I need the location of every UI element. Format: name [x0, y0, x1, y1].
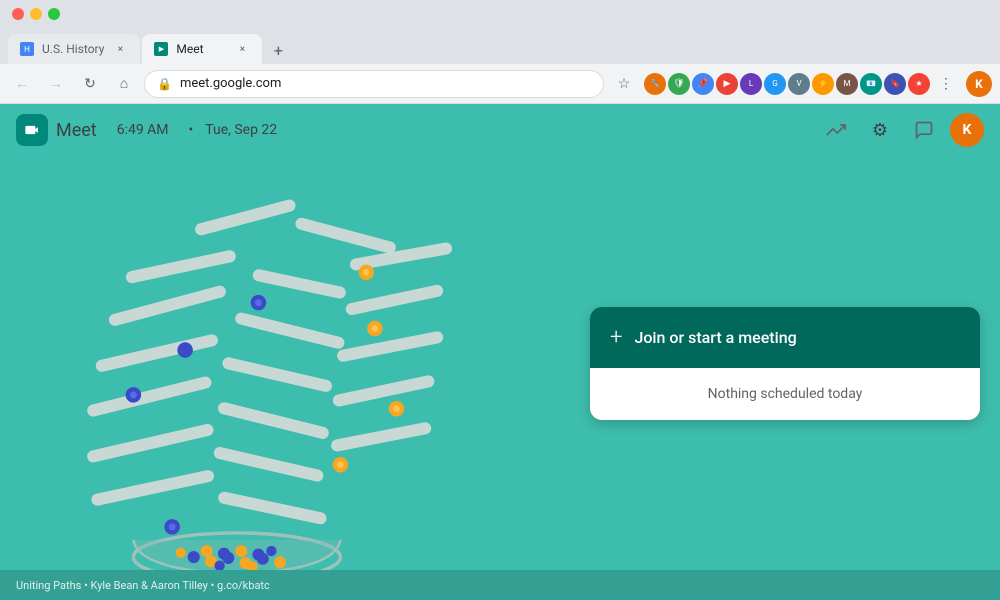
meet-app-icon	[16, 114, 48, 146]
extensions-menu-button[interactable]: ⋮	[932, 70, 960, 98]
ext-icon-5[interactable]: L	[740, 73, 762, 95]
background-credit: Uniting Paths • Kyle Bean & Aaron Tilley…	[16, 579, 270, 592]
maximize-button[interactable]	[48, 8, 60, 20]
meet-card: + Join or start a meeting Nothing schedu…	[590, 307, 980, 420]
topbar-actions: ⚙ K	[818, 112, 984, 148]
tab-bar: H U.S. History × ▶ Meet × +	[0, 28, 1000, 64]
tab-close-meet[interactable]: ×	[234, 41, 250, 57]
lock-icon: 🔒	[157, 77, 172, 91]
trending-button[interactable]	[818, 112, 854, 148]
nothing-scheduled-text: Nothing scheduled today	[590, 368, 980, 420]
address-bar: ← → ↻ ⌂ 🔒 meet.google.com ☆ 🔧 🛡 📌 ▶ L G …	[0, 64, 1000, 104]
url-text: meet.google.com	[180, 76, 281, 91]
ext-icon-11[interactable]: 🔖	[884, 73, 906, 95]
tab-meet[interactable]: ▶ Meet ×	[142, 34, 262, 64]
tab-favicon-history: H	[20, 42, 34, 56]
reload-button[interactable]: ↻	[76, 70, 104, 98]
close-button[interactable]	[12, 8, 24, 20]
ext-icon-12[interactable]: ★	[908, 73, 930, 95]
home-button[interactable]: ⌂	[110, 70, 138, 98]
ext-icon-6[interactable]: G	[764, 73, 786, 95]
bookmark-button[interactable]: ☆	[610, 70, 638, 98]
meet-separator: •	[189, 122, 194, 138]
page-content: Meet 6:49 AM • Tue, Sep 22 ⚙	[0, 104, 1000, 600]
meet-app-name: Meet	[56, 120, 97, 141]
tab-us-history[interactable]: H U.S. History ×	[8, 34, 140, 64]
meet-date: Tue, Sep 22	[205, 122, 277, 138]
ext-icon-4[interactable]: ▶	[716, 73, 738, 95]
tab-favicon-meet: ▶	[154, 42, 168, 56]
tab-title-history: U.S. History	[42, 42, 104, 56]
bottom-bar: Uniting Paths • Kyle Bean & Aaron Tilley…	[0, 570, 1000, 600]
join-or-start-button[interactable]: + Join or start a meeting	[590, 307, 980, 368]
meet-time: 6:49 AM	[117, 122, 169, 138]
new-tab-button[interactable]: +	[264, 36, 292, 64]
meet-logo: Meet 6:49 AM • Tue, Sep 22	[16, 114, 277, 146]
plus-icon: +	[610, 325, 622, 350]
traffic-lights	[12, 8, 60, 20]
ext-icon-1[interactable]: 🔧	[644, 73, 666, 95]
tab-title-meet: Meet	[176, 42, 203, 56]
ext-icon-2[interactable]: 🛡	[668, 73, 690, 95]
profile-avatar[interactable]: K	[950, 113, 984, 147]
tab-close-history[interactable]: ×	[112, 41, 128, 57]
ext-icon-7[interactable]: V	[788, 73, 810, 95]
ext-icon-3[interactable]: 📌	[692, 73, 714, 95]
url-bar[interactable]: 🔒 meet.google.com	[144, 70, 604, 98]
title-bar	[0, 0, 1000, 28]
artwork-area	[0, 156, 560, 570]
right-panel: + Join or start a meeting Nothing schedu…	[570, 156, 1000, 570]
join-button-label: Join or start a meeting	[634, 328, 796, 347]
ext-icon-10[interactable]: 📧	[860, 73, 882, 95]
settings-icon: ⚙	[872, 120, 888, 141]
ext-icon-9[interactable]: M	[836, 73, 858, 95]
browser-frame: H U.S. History × ▶ Meet × + ← → ↻ ⌂ 🔒 me…	[0, 0, 1000, 600]
extensions-area: 🔧 🛡 📌 ▶ L G V ⚡ M 📧 🔖 ★ ⋮	[644, 70, 960, 98]
ext-icon-8[interactable]: ⚡	[812, 73, 834, 95]
settings-button[interactable]: ⚙	[862, 112, 898, 148]
forward-button[interactable]: →	[42, 70, 70, 98]
profile-button[interactable]: K	[966, 71, 992, 97]
feedback-button[interactable]	[906, 112, 942, 148]
meet-topbar: Meet 6:49 AM • Tue, Sep 22 ⚙	[0, 104, 1000, 156]
back-button[interactable]: ←	[8, 70, 36, 98]
minimize-button[interactable]	[30, 8, 42, 20]
